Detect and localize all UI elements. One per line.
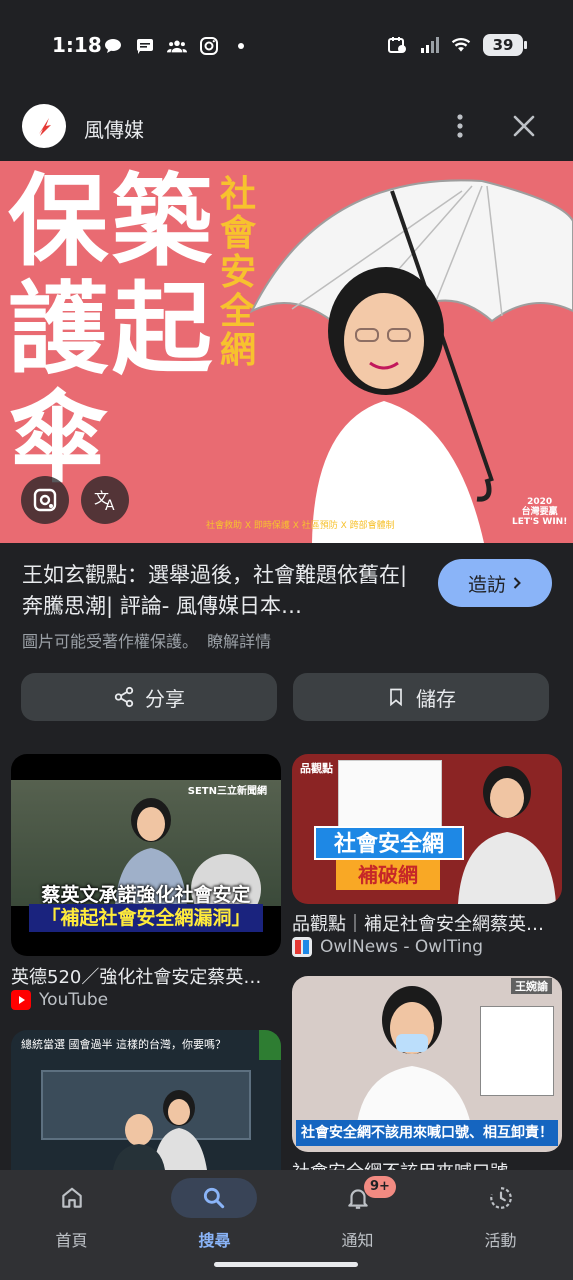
image-footer-text: 社會救助 X 即時保護 X 社區預防 X 跨部會體制 bbox=[206, 521, 395, 531]
nav-icon-container bbox=[465, 1178, 537, 1218]
headline-char: 傘 bbox=[8, 378, 108, 496]
thumbnail-caption-highlight: 補破網 bbox=[336, 860, 440, 890]
result-title[interactable]: 王如玄觀點：選舉過後，社會難題依舊在| 奔騰思潮| 評論- 風傳媒日本… bbox=[22, 560, 432, 622]
thumbnail-caption-highlight: 「補起社會安全網漏洞」 bbox=[29, 904, 263, 932]
campaign-logo-year: 2020 bbox=[527, 497, 553, 507]
dot-icon bbox=[238, 43, 244, 49]
more-vert-icon bbox=[457, 114, 463, 138]
result-card-title[interactable]: 英德520／強化社會安定蔡英… bbox=[11, 963, 281, 989]
source-name: YouTube bbox=[39, 990, 109, 1010]
nav-icon-container bbox=[36, 1178, 108, 1218]
battery-indicator: 39 bbox=[483, 34, 527, 56]
nav-notifications[interactable]: 9+ 通知 bbox=[286, 1170, 429, 1260]
nav-icon-container bbox=[171, 1178, 257, 1218]
nav-label: 活動 bbox=[484, 1231, 517, 1250]
calendar-alarm-icon bbox=[388, 37, 406, 53]
chat-bubble-icon bbox=[105, 39, 121, 53]
source-name: OwlNews - OwlTing bbox=[320, 937, 484, 957]
message-icon bbox=[137, 39, 153, 54]
svg-text:A: A bbox=[105, 498, 115, 514]
nav-activity[interactable]: 活動 bbox=[429, 1170, 572, 1260]
result-card-title[interactable]: 社會安全網不該用來喊口號… bbox=[292, 1158, 562, 1170]
nav-label: 通知 bbox=[341, 1231, 374, 1250]
speaker-figure bbox=[458, 766, 556, 904]
nav-home[interactable]: 首頁 bbox=[0, 1170, 143, 1260]
thumbnail-caption: 社會安全網 bbox=[314, 826, 464, 860]
nav-label: 首頁 bbox=[55, 1231, 88, 1250]
search-icon bbox=[203, 1187, 225, 1209]
save-label: 儲存 bbox=[416, 686, 456, 711]
status-bar: 1:18 39 bbox=[0, 0, 573, 92]
system-icons: 39 bbox=[387, 34, 527, 56]
speaker-figure bbox=[356, 986, 472, 1130]
visit-label: 造訪 bbox=[467, 573, 506, 596]
headline-char: 護 bbox=[8, 270, 108, 388]
site-logo bbox=[22, 104, 66, 148]
channel-tag: 王婉諭 bbox=[511, 978, 552, 994]
result-card-source: OwlNews - OwlTing bbox=[292, 937, 483, 957]
headline-char: 起 bbox=[112, 270, 212, 388]
status-time: 1:18 bbox=[52, 33, 102, 57]
result-card-title[interactable]: 品觀點｜補足社會安全網蔡英… bbox=[292, 910, 562, 936]
share-button[interactable]: 分享 bbox=[21, 673, 277, 721]
lens-icon bbox=[33, 488, 57, 512]
thumbnail-caption: 社會安全網不該用來喊口號、相互卸責！ bbox=[296, 1120, 558, 1146]
lens-search-button[interactable] bbox=[21, 476, 69, 524]
people-figures bbox=[113, 1090, 207, 1170]
campaign-logo: 2020 台灣要贏 LET'S WIN! bbox=[512, 497, 567, 527]
youtube-icon bbox=[11, 990, 31, 1010]
headline-col-1: 保 護 傘 bbox=[8, 167, 108, 491]
party-tag bbox=[259, 1030, 281, 1060]
owlnews-icon bbox=[292, 937, 312, 957]
umbrella-portrait-illustration bbox=[249, 179, 573, 543]
notification-badge: 9+ bbox=[364, 1176, 396, 1198]
copyright-text: 圖片可能受著作權保護。 bbox=[22, 632, 199, 651]
share-label: 分享 bbox=[145, 686, 185, 711]
result-thumbnail[interactable]: 總統當選 國會過半 這樣的台灣，你要嗎？ bbox=[11, 1030, 281, 1170]
nav-label: 搜尋 bbox=[198, 1231, 231, 1250]
channel-tag: SETN三立新聞網 bbox=[187, 786, 267, 797]
headline-char: 築 bbox=[112, 162, 212, 280]
share-icon bbox=[114, 686, 134, 708]
chevron-right-icon bbox=[513, 577, 521, 589]
nav-search[interactable]: 搜尋 bbox=[143, 1170, 286, 1260]
channel-tag: 品觀點 bbox=[300, 762, 333, 775]
copyright-notice: 圖片可能受著作權保護。 瞭解詳情 bbox=[22, 628, 271, 652]
home-icon bbox=[62, 1187, 82, 1208]
save-button[interactable]: 儲存 bbox=[293, 673, 549, 721]
more-options-button[interactable] bbox=[448, 110, 472, 142]
bookmark-icon bbox=[390, 688, 402, 707]
group-icon bbox=[167, 40, 187, 53]
headline-col-2: 築 起 bbox=[112, 167, 212, 383]
campaign-logo-english: LET'S WIN! bbox=[512, 517, 568, 527]
result-thumbnail[interactable]: 王婉諭 社會安全網不該用來喊口號、相互卸責！ bbox=[292, 976, 562, 1152]
translate-icon: 文A bbox=[94, 489, 115, 514]
headline-char: 保 bbox=[8, 162, 108, 280]
source-header: 風傳媒 bbox=[0, 100, 573, 156]
translate-button[interactable]: 文A bbox=[81, 476, 129, 524]
campaign-logo-slogan: 台灣要贏 bbox=[521, 507, 558, 517]
learn-more-link[interactable]: 瞭解詳情 bbox=[207, 632, 271, 651]
notification-icons bbox=[103, 36, 251, 56]
instagram-icon bbox=[200, 37, 218, 55]
result-card-source: YouTube bbox=[11, 990, 108, 1010]
thumbnail-caption: 蔡英文承諾強化社會安定 bbox=[41, 884, 251, 906]
activity-icon bbox=[490, 1187, 512, 1209]
result-thumbnail[interactable]: SETN三立新聞網 蔡英文承諾強化社會安定 「補起社會安全網漏洞」 bbox=[11, 754, 281, 956]
result-thumbnail[interactable]: 品觀點 社會安全網 補破網 bbox=[292, 754, 562, 904]
signal-icon bbox=[421, 37, 439, 53]
news-graphic bbox=[480, 1006, 554, 1096]
site-name: 風傳媒 bbox=[84, 118, 144, 142]
close-button[interactable] bbox=[510, 112, 538, 140]
home-indicator[interactable] bbox=[214, 1262, 358, 1267]
visit-button[interactable]: 造訪 bbox=[438, 559, 552, 607]
wifi-icon bbox=[451, 37, 471, 52]
thumbnail-banner: 總統當選 國會過半 這樣的台灣，你要嗎？ bbox=[21, 1038, 226, 1051]
close-icon bbox=[513, 115, 535, 137]
